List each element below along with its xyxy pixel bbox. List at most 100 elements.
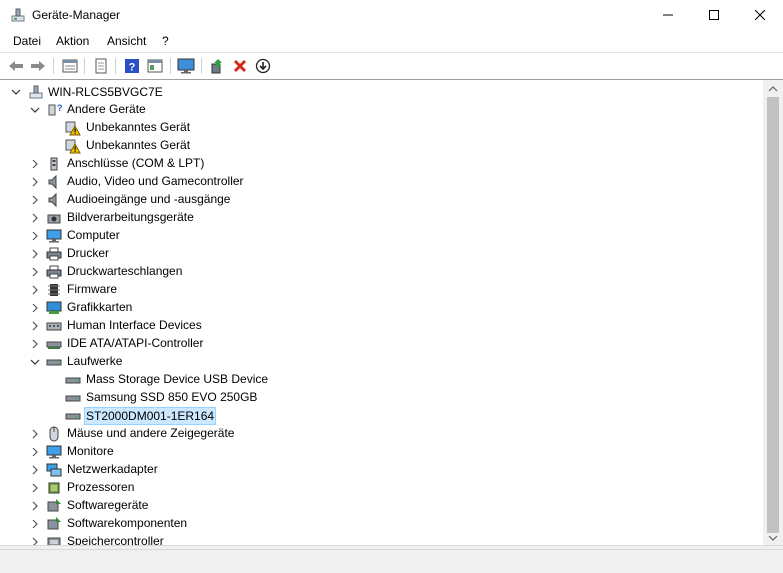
chevron-down-icon[interactable]: [29, 104, 41, 116]
software-device-icon: [47, 499, 61, 512]
chevron-right-icon[interactable]: [29, 230, 41, 242]
tree-category[interactable]: Netzwerkadapter: [0, 461, 400, 479]
menu-datei[interactable]: Datei: [13, 34, 41, 48]
chevron-right-icon[interactable]: [29, 212, 41, 224]
chevron-right-icon[interactable]: [29, 248, 41, 260]
menu-aktion[interactable]: Aktion: [56, 34, 89, 48]
chevron-right-icon[interactable]: [29, 338, 41, 350]
tree-item-label: Firmware: [67, 282, 117, 296]
tree-category[interactable]: Human Interface Devices: [0, 317, 400, 335]
chip-icon: [48, 284, 60, 296]
tree-category[interactable]: Audio, Video und Gamecontroller: [0, 173, 400, 191]
speaker-icon: [48, 174, 57, 190]
tree-category[interactable]: Anschlüsse (COM & LPT): [0, 155, 400, 173]
tree-item-label: Andere Geräte: [67, 102, 146, 116]
back-button[interactable]: [6, 56, 26, 76]
chevron-right-icon[interactable]: [29, 446, 41, 458]
tree-category[interactable]: Speichercontroller: [0, 533, 400, 545]
chevron-right-icon[interactable]: [29, 194, 41, 206]
chevron-right-icon[interactable]: [29, 428, 41, 440]
tree-category[interactable]: Mäuse und andere Zeigegeräte: [0, 425, 400, 443]
storage-controller-icon: [47, 537, 61, 545]
tree-category[interactable]: Monitore: [0, 443, 400, 461]
chevron-down-icon[interactable]: [10, 86, 22, 98]
uninstall-button[interactable]: [230, 56, 250, 76]
properties-grid-button[interactable]: [60, 56, 80, 76]
close-icon: [755, 10, 765, 20]
scroll-thumb[interactable]: [767, 97, 779, 533]
display-adapter-icon: [46, 301, 62, 314]
tree-item-label: Unbekanntes Gerät: [86, 120, 191, 134]
svg-text:?: ?: [57, 103, 62, 113]
tree-device[interactable]: Unbekanntes Gerät: [0, 119, 400, 137]
status-bar: [0, 549, 783, 573]
tree-category[interactable]: Computer: [0, 227, 400, 245]
tree-category[interactable]: Grafikkarten: [0, 299, 400, 317]
hid-icon: [46, 322, 62, 331]
close-button[interactable]: [737, 0, 783, 30]
menu-help[interactable]: ?: [162, 34, 169, 48]
printer-icon: [46, 247, 62, 261]
tree-category[interactable]: Druckwarteschlangen: [0, 263, 400, 281]
tree-category[interactable]: ? Andere Geräte: [0, 101, 400, 119]
tree-item-label: Softwaregeräte: [67, 498, 149, 512]
tree-item-label: Unbekanntes Gerät: [86, 138, 191, 152]
camera-icon: [47, 214, 61, 224]
tree-item-label: Audioeingänge und -ausgänge: [67, 192, 231, 206]
tree-category[interactable]: Bildverarbeitungsgeräte: [0, 209, 400, 227]
speaker-icon: [48, 192, 57, 208]
help-button[interactable]: ?: [122, 56, 142, 76]
tree-category[interactable]: Prozessoren: [0, 479, 400, 497]
scroll-down-icon[interactable]: [768, 534, 778, 542]
tree-root-label: WIN-RLCS5BVGC7E: [48, 85, 163, 99]
warning-device-icon: [65, 139, 81, 154]
chevron-right-icon[interactable]: [29, 266, 41, 278]
drive-icon: [46, 359, 62, 366]
tree-category[interactable]: Softwarekomponenten: [0, 515, 400, 533]
uninstall-icon: [233, 59, 247, 73]
scan-hardware-button[interactable]: [176, 56, 196, 76]
tree-item-label: Mäuse und andere Zeigegeräte: [67, 426, 235, 440]
forward-button[interactable]: [28, 56, 48, 76]
tree-device[interactable]: Samsung SSD 850 EVO 250GB: [0, 389, 400, 407]
tree-category[interactable]: Audioeingänge und -ausgänge: [0, 191, 400, 209]
chevron-right-icon[interactable]: [29, 500, 41, 512]
minimize-button[interactable]: [645, 0, 691, 30]
vertical-scrollbar[interactable]: [763, 80, 783, 545]
tree-category[interactable]: IDE ATA/ATAPI-Controller: [0, 335, 400, 353]
chevron-right-icon[interactable]: [29, 176, 41, 188]
chevron-right-icon[interactable]: [29, 284, 41, 296]
menu-ansicht[interactable]: Ansicht: [107, 34, 146, 48]
chevron-right-icon[interactable]: [29, 320, 41, 332]
chevron-right-icon[interactable]: [29, 518, 41, 530]
tree-category[interactable]: Firmware: [0, 281, 400, 299]
device-manager-icon: [11, 8, 25, 22]
tree-device[interactable]: Mass Storage Device USB Device: [0, 371, 400, 389]
page-button[interactable]: [91, 56, 111, 76]
tree-item-label: Grafikkarten: [67, 300, 133, 314]
view-button[interactable]: [145, 56, 165, 76]
monitor-scan-icon: [177, 58, 195, 74]
tree-category[interactable]: Drucker: [0, 245, 400, 263]
tree-device[interactable]: ST2000DM001-1ER164: [0, 407, 400, 425]
chevron-right-icon[interactable]: [29, 302, 41, 314]
properties-grid-icon: [62, 59, 78, 73]
tree-category[interactable]: Softwaregeräte: [0, 497, 400, 515]
download-button[interactable]: [253, 56, 273, 76]
chevron-down-icon[interactable]: [29, 356, 41, 368]
chevron-right-icon[interactable]: [29, 536, 41, 545]
tree-category[interactable]: Laufwerke: [0, 353, 400, 371]
tree-device[interactable]: Unbekanntes Gerät: [0, 137, 400, 155]
scroll-up-icon[interactable]: [768, 85, 778, 93]
chevron-right-icon[interactable]: [29, 482, 41, 494]
computer-tower-icon: [29, 85, 43, 99]
device-tree: WIN-RLCS5BVGC7E ? Andere Geräte Unbekannte…: [0, 80, 762, 545]
chevron-right-icon[interactable]: [29, 158, 41, 170]
chevron-right-icon[interactable]: [29, 464, 41, 476]
driver-update-icon: [211, 59, 222, 74]
update-driver-button[interactable]: [207, 56, 227, 76]
tree-item-label: Druckwarteschlangen: [67, 264, 183, 278]
maximize-button[interactable]: [691, 0, 737, 30]
tree-root[interactable]: WIN-RLCS5BVGC7E: [0, 83, 300, 101]
tree-item-label: Anschlüsse (COM & LPT): [67, 156, 205, 170]
